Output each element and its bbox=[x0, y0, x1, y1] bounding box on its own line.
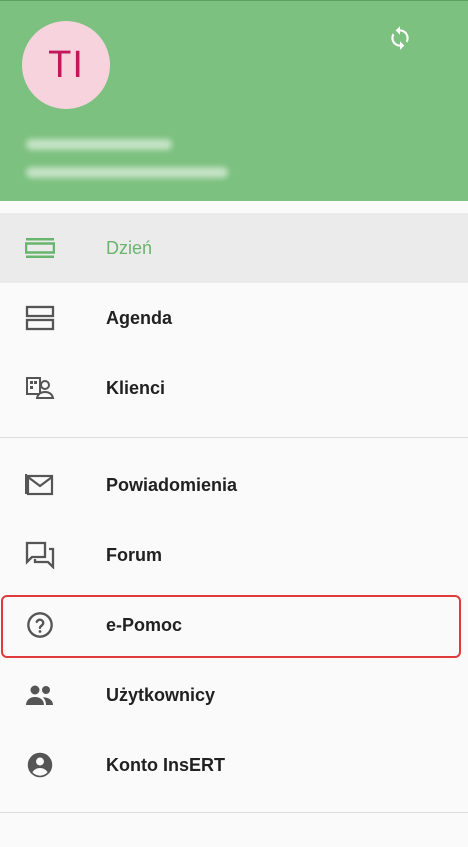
account-icon bbox=[24, 749, 56, 781]
menu-item-uzytkownicy[interactable]: Użytkownicy bbox=[0, 660, 468, 730]
view-agenda-icon bbox=[24, 302, 56, 334]
clients-icon bbox=[24, 372, 56, 404]
menu-item-forum[interactable]: Forum bbox=[0, 520, 468, 590]
menu-item-label: e-Pomoc bbox=[106, 614, 183, 635]
forum-icon bbox=[24, 539, 56, 571]
menu-item-e-pomoc[interactable]: e-Pomoc bbox=[0, 590, 468, 660]
menu-item-label: Konto InsERT bbox=[106, 754, 225, 775]
help-icon bbox=[24, 609, 56, 641]
account-name-redacted bbox=[26, 139, 172, 150]
people-icon bbox=[24, 679, 56, 711]
avatar[interactable]: TI bbox=[22, 21, 110, 109]
menu-divider bbox=[0, 812, 468, 813]
menu-item-klienci[interactable]: Klienci bbox=[0, 353, 468, 423]
menu-item-label: Dzień bbox=[106, 237, 153, 258]
avatar-initials: TI bbox=[48, 43, 84, 86]
menu-item-label: Forum bbox=[106, 544, 162, 565]
drawer-header: TI bbox=[0, 0, 468, 201]
menu-item-label: Użytkownicy bbox=[106, 684, 216, 705]
sync-icon[interactable] bbox=[385, 23, 415, 53]
view-day-icon bbox=[24, 232, 56, 264]
menu-item-agenda[interactable]: Agenda bbox=[0, 283, 468, 353]
menu-item-label: Agenda bbox=[106, 307, 173, 328]
account-email-redacted bbox=[26, 167, 228, 178]
menu-item-konto-insert[interactable]: Konto InsERT bbox=[0, 730, 468, 800]
menu-item-powiadomienia[interactable]: Powiadomienia bbox=[0, 450, 468, 520]
menu-item-label: Powiadomienia bbox=[106, 474, 238, 495]
mail-icon bbox=[24, 469, 56, 501]
navigation-menu: Dzień Agenda Klienci Powiadomienia Forum… bbox=[0, 213, 468, 813]
menu-item-label: Klienci bbox=[106, 377, 166, 398]
menu-item-dzien[interactable]: Dzień bbox=[0, 213, 468, 283]
